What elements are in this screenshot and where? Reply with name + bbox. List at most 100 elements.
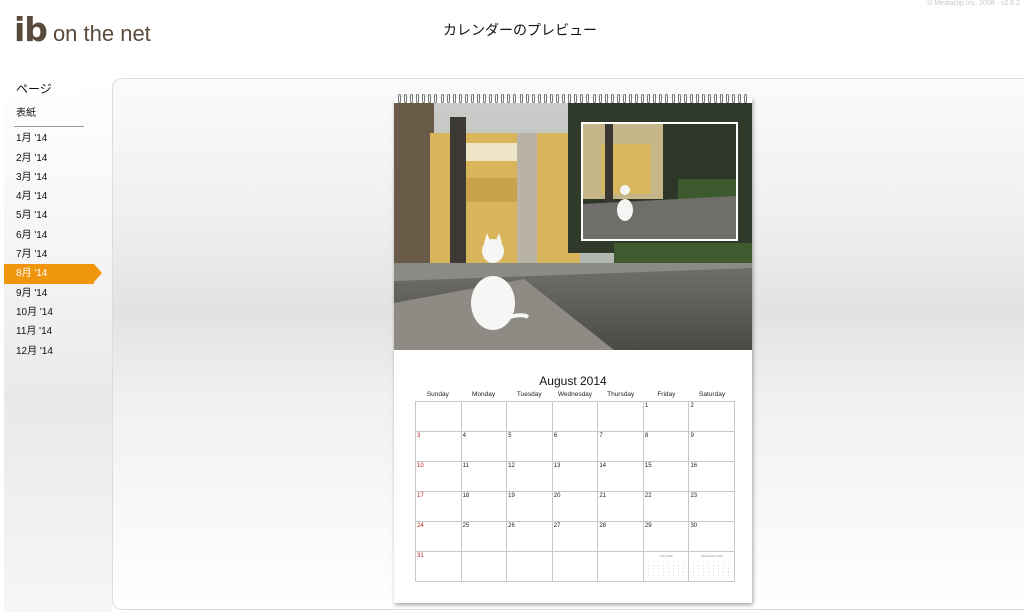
week-row: 24 25 26 27 28 29 30 [416,522,736,552]
main-photo [394,103,752,350]
binding-ring [622,94,626,103]
weekday-header: Sunday Monday Tuesday Wednesday Thursday Frid… [415,391,735,401]
weeks: 1 2 3 4 5 6 7 8 9 10 11 12 13 14 15 16 17 18 19 20 21 22 23 24 2… [415,401,736,582]
binding-ring [628,94,632,103]
weekday-label: Tuesday [516,391,542,398]
binding-ring [574,94,578,103]
day-cell: 7 [598,432,644,462]
sidebar-item-month[interactable]: 2月 '14 [4,149,112,168]
binding-ring [519,94,523,103]
binding-ring [537,94,541,103]
day-cell: 5 [507,432,553,462]
binding-ring [549,94,553,103]
sidebar-item-month[interactable]: 5月 '14 [4,206,112,225]
day-cell: 6 [552,432,599,462]
day-cell [598,402,644,432]
binding-ring [458,94,462,103]
day-cell [416,402,462,432]
day-number: 10 [417,463,424,469]
day-number: 14 [599,463,606,469]
day-cell: 12 [507,462,553,492]
binding-ring [689,94,693,103]
binding-ring [440,94,444,103]
mini-calendar-days [691,560,733,576]
mini-calendar-title: September 2014 [700,554,723,558]
day-number: 7 [599,433,603,439]
sidebar-item-month[interactable]: 8月 '14 [4,264,102,284]
day-cell: July 2014 [643,552,690,582]
binding-ring [416,94,420,103]
binding-ring [720,94,724,103]
sidebar-item-month[interactable]: 12月 '14 [4,342,112,361]
day-cell: 30 [689,522,736,552]
month-items: 1月 '14 2月 '14 3月 '14 4月 '14 5月 '14 6月 '14 7月 '… [4,129,112,361]
day-number: 30 [690,523,698,529]
page-title: カレンダーのプレビュー [443,23,597,39]
day-cell: 22 [643,492,690,522]
sidebar-item-month[interactable]: 4月 '14 [4,187,112,206]
binding-ring [489,94,493,103]
day-number: 23 [690,493,698,499]
sidebar-item-month[interactable]: 3月 '14 [4,168,112,187]
sidebar-item-cover[interactable]: 表紙 [4,104,112,123]
binding-ring [434,94,438,103]
binding-ring [586,94,590,103]
day-cell: September 2014 [689,552,736,582]
day-cell: 24 [416,522,462,552]
day-number: 27 [553,523,561,529]
day-cell: 14 [598,462,644,492]
binding-ring [477,94,481,103]
binding-ring [653,94,657,103]
sidebar-item-month[interactable]: 9月 '14 [4,284,112,303]
day-number: 24 [417,523,424,529]
sidebar-tab-pages[interactable]: ページ [6,78,76,98]
sidebar-item-month[interactable]: 10月 '14 [4,303,112,322]
binding-ring [592,94,596,103]
binding-ring [568,94,572,103]
day-number: 12 [508,463,515,469]
day-cell [507,552,553,582]
day-number: 16 [690,463,698,469]
day-cell: 4 [461,432,508,462]
binding-ring [604,94,608,103]
month-title: August 2014 [539,374,607,388]
day-number: 15 [644,463,652,469]
day-cell: 21 [598,492,644,522]
sidebar-item-month[interactable]: 7月 '14 [4,245,112,264]
day-cell: 13 [552,462,599,492]
day-number: 29 [644,523,652,529]
weekday-label: Wednesday [557,391,593,398]
weekday-label: Sunday [426,391,449,398]
binding-ring [677,94,681,103]
day-cell: 20 [552,492,599,522]
binding-ring [744,94,748,103]
day-number: 26 [508,523,515,529]
app-window: ib on the net カレンダーのプレビュー © Mediaclip In… [0,0,1024,616]
day-number: 22 [644,493,652,499]
binding-ring [501,94,505,103]
binding-ring [580,94,584,103]
day-cell: 1 [643,402,690,432]
binding-ring [701,94,705,103]
inset-photo [581,122,738,241]
sidebar-divider [14,126,84,127]
day-number: 11 [462,463,469,469]
day-number: 8 [644,433,649,439]
mini-calendar-title: July 2014 [659,554,673,558]
binding-ring [683,94,687,103]
sidebar-item-month[interactable]: 1月 '14 [4,129,112,148]
sidebar-item-month[interactable]: 6月 '14 [4,226,112,245]
day-cell: 27 [552,522,599,552]
sidebar-item-month[interactable]: 11月 '14 [4,322,112,341]
binding-ring [495,94,499,103]
binding-ring [562,94,566,103]
day-number: 31 [417,553,424,559]
day-number: 4 [462,433,466,439]
binding-ring [446,94,450,103]
day-cell: 19 [507,492,553,522]
day-cell: 23 [689,492,736,522]
week-row: 10 11 12 13 14 15 16 [416,462,736,492]
binding-ring [513,94,517,103]
day-cell: 15 [643,462,690,492]
day-number: 6 [553,433,558,439]
